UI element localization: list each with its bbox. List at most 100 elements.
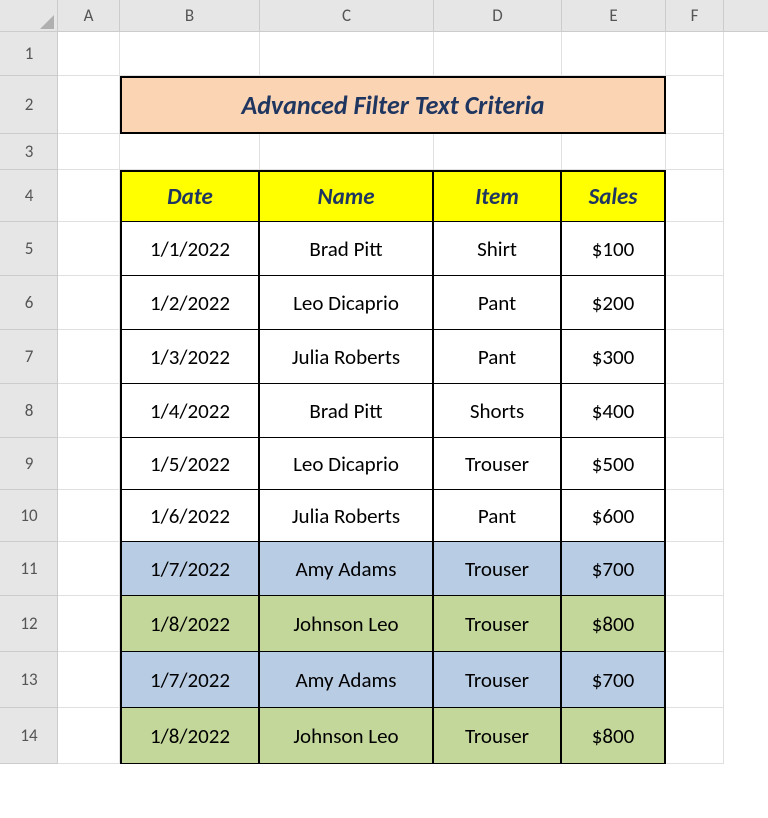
cell-C9[interactable]: Leo Dicaprio <box>260 438 434 490</box>
cell-A5[interactable] <box>58 222 120 276</box>
column-header-E[interactable]: E <box>562 0 666 32</box>
cell-F3[interactable] <box>666 134 724 170</box>
row-header-3[interactable]: 3 <box>0 134 58 170</box>
cell-B11[interactable]: 1/7/2022 <box>120 542 260 596</box>
cell-F14[interactable] <box>666 708 724 764</box>
cell-F13[interactable] <box>666 652 724 708</box>
cell-A7[interactable] <box>58 330 120 384</box>
cell-A12[interactable] <box>58 596 120 652</box>
cell-E1[interactable] <box>562 32 666 76</box>
cell-D10[interactable]: Pant <box>434 490 562 542</box>
cell-F7[interactable] <box>666 330 724 384</box>
cell-A13[interactable] <box>58 652 120 708</box>
cell-D11[interactable]: Trouser <box>434 542 562 596</box>
cell-B6[interactable]: 1/2/2022 <box>120 276 260 330</box>
row-header-11[interactable]: 11 <box>0 542 58 596</box>
cell-F6[interactable] <box>666 276 724 330</box>
table-header-sales[interactable]: Sales <box>562 170 666 222</box>
cell-A2[interactable] <box>58 76 120 134</box>
cell-B9[interactable]: 1/5/2022 <box>120 438 260 490</box>
row-header-10[interactable]: 10 <box>0 490 58 542</box>
cell-E7[interactable]: $300 <box>562 330 666 384</box>
column-header-D[interactable]: D <box>434 0 562 32</box>
cell-D5[interactable]: Shirt <box>434 222 562 276</box>
cell-E12[interactable]: $800 <box>562 596 666 652</box>
row-header-12[interactable]: 12 <box>0 596 58 652</box>
cell-A9[interactable] <box>58 438 120 490</box>
cell-C3[interactable] <box>260 134 434 170</box>
cell-E9[interactable]: $500 <box>562 438 666 490</box>
cell-E14[interactable]: $800 <box>562 708 666 764</box>
cell-C6[interactable]: Leo Dicaprio <box>260 276 434 330</box>
cell-E11[interactable]: $700 <box>562 542 666 596</box>
cell-C10[interactable]: Julia Roberts <box>260 490 434 542</box>
cell-B10[interactable]: 1/6/2022 <box>120 490 260 542</box>
cell-B7[interactable]: 1/3/2022 <box>120 330 260 384</box>
cell-C13[interactable]: Amy Adams <box>260 652 434 708</box>
select-all-corner[interactable] <box>0 0 58 32</box>
cell-B14[interactable]: 1/8/2022 <box>120 708 260 764</box>
cell-C5[interactable]: Brad Pitt <box>260 222 434 276</box>
title-cell[interactable]: Advanced Filter Text Criteria <box>120 76 666 134</box>
row-header-8[interactable]: 8 <box>0 384 58 438</box>
cell-D8[interactable]: Shorts <box>434 384 562 438</box>
cell-C11[interactable]: Amy Adams <box>260 542 434 596</box>
cell-B3[interactable] <box>120 134 260 170</box>
cell-F4[interactable] <box>666 170 724 222</box>
cell-F11[interactable] <box>666 542 724 596</box>
cell-D3[interactable] <box>434 134 562 170</box>
column-header-C[interactable]: C <box>260 0 434 32</box>
table-header-name[interactable]: Name <box>260 170 434 222</box>
cell-F12[interactable] <box>666 596 724 652</box>
cell-D14[interactable]: Trouser <box>434 708 562 764</box>
cell-D13[interactable]: Trouser <box>434 652 562 708</box>
row-header-2[interactable]: 2 <box>0 76 58 134</box>
cell-B12[interactable]: 1/8/2022 <box>120 596 260 652</box>
cell-B8[interactable]: 1/4/2022 <box>120 384 260 438</box>
column-header-A[interactable]: A <box>58 0 120 32</box>
cell-E5[interactable]: $100 <box>562 222 666 276</box>
cell-B1[interactable] <box>120 32 260 76</box>
row-header-4[interactable]: 4 <box>0 170 58 222</box>
cell-A6[interactable] <box>58 276 120 330</box>
cell-A11[interactable] <box>58 542 120 596</box>
cell-E13[interactable]: $700 <box>562 652 666 708</box>
row-header-9[interactable]: 9 <box>0 438 58 490</box>
cell-C7[interactable]: Julia Roberts <box>260 330 434 384</box>
cell-D7[interactable]: Pant <box>434 330 562 384</box>
cell-F10[interactable] <box>666 490 724 542</box>
cell-F2[interactable] <box>666 76 724 134</box>
cell-A10[interactable] <box>58 490 120 542</box>
row-header-5[interactable]: 5 <box>0 222 58 276</box>
cell-E8[interactable]: $400 <box>562 384 666 438</box>
cell-C12[interactable]: Johnson Leo <box>260 596 434 652</box>
cell-A4[interactable] <box>58 170 120 222</box>
cell-A1[interactable] <box>58 32 120 76</box>
column-header-F[interactable]: F <box>666 0 724 32</box>
row-header-1[interactable]: 1 <box>0 32 58 76</box>
cell-E3[interactable] <box>562 134 666 170</box>
cell-C1[interactable] <box>260 32 434 76</box>
cell-B5[interactable]: 1/1/2022 <box>120 222 260 276</box>
cell-A14[interactable] <box>58 708 120 764</box>
cell-D12[interactable]: Trouser <box>434 596 562 652</box>
table-header-date[interactable]: Date <box>120 170 260 222</box>
cell-E10[interactable]: $600 <box>562 490 666 542</box>
cell-F1[interactable] <box>666 32 724 76</box>
cell-C8[interactable]: Brad Pitt <box>260 384 434 438</box>
cell-E6[interactable]: $200 <box>562 276 666 330</box>
cell-D6[interactable]: Pant <box>434 276 562 330</box>
cell-A8[interactable] <box>58 384 120 438</box>
cell-D9[interactable]: Trouser <box>434 438 562 490</box>
cell-F8[interactable] <box>666 384 724 438</box>
row-header-13[interactable]: 13 <box>0 652 58 708</box>
cell-C14[interactable]: Johnson Leo <box>260 708 434 764</box>
cell-F9[interactable] <box>666 438 724 490</box>
row-header-7[interactable]: 7 <box>0 330 58 384</box>
cell-B13[interactable]: 1/7/2022 <box>120 652 260 708</box>
cell-D1[interactable] <box>434 32 562 76</box>
row-header-6[interactable]: 6 <box>0 276 58 330</box>
row-header-14[interactable]: 14 <box>0 708 58 764</box>
column-header-B[interactable]: B <box>120 0 260 32</box>
cell-A3[interactable] <box>58 134 120 170</box>
